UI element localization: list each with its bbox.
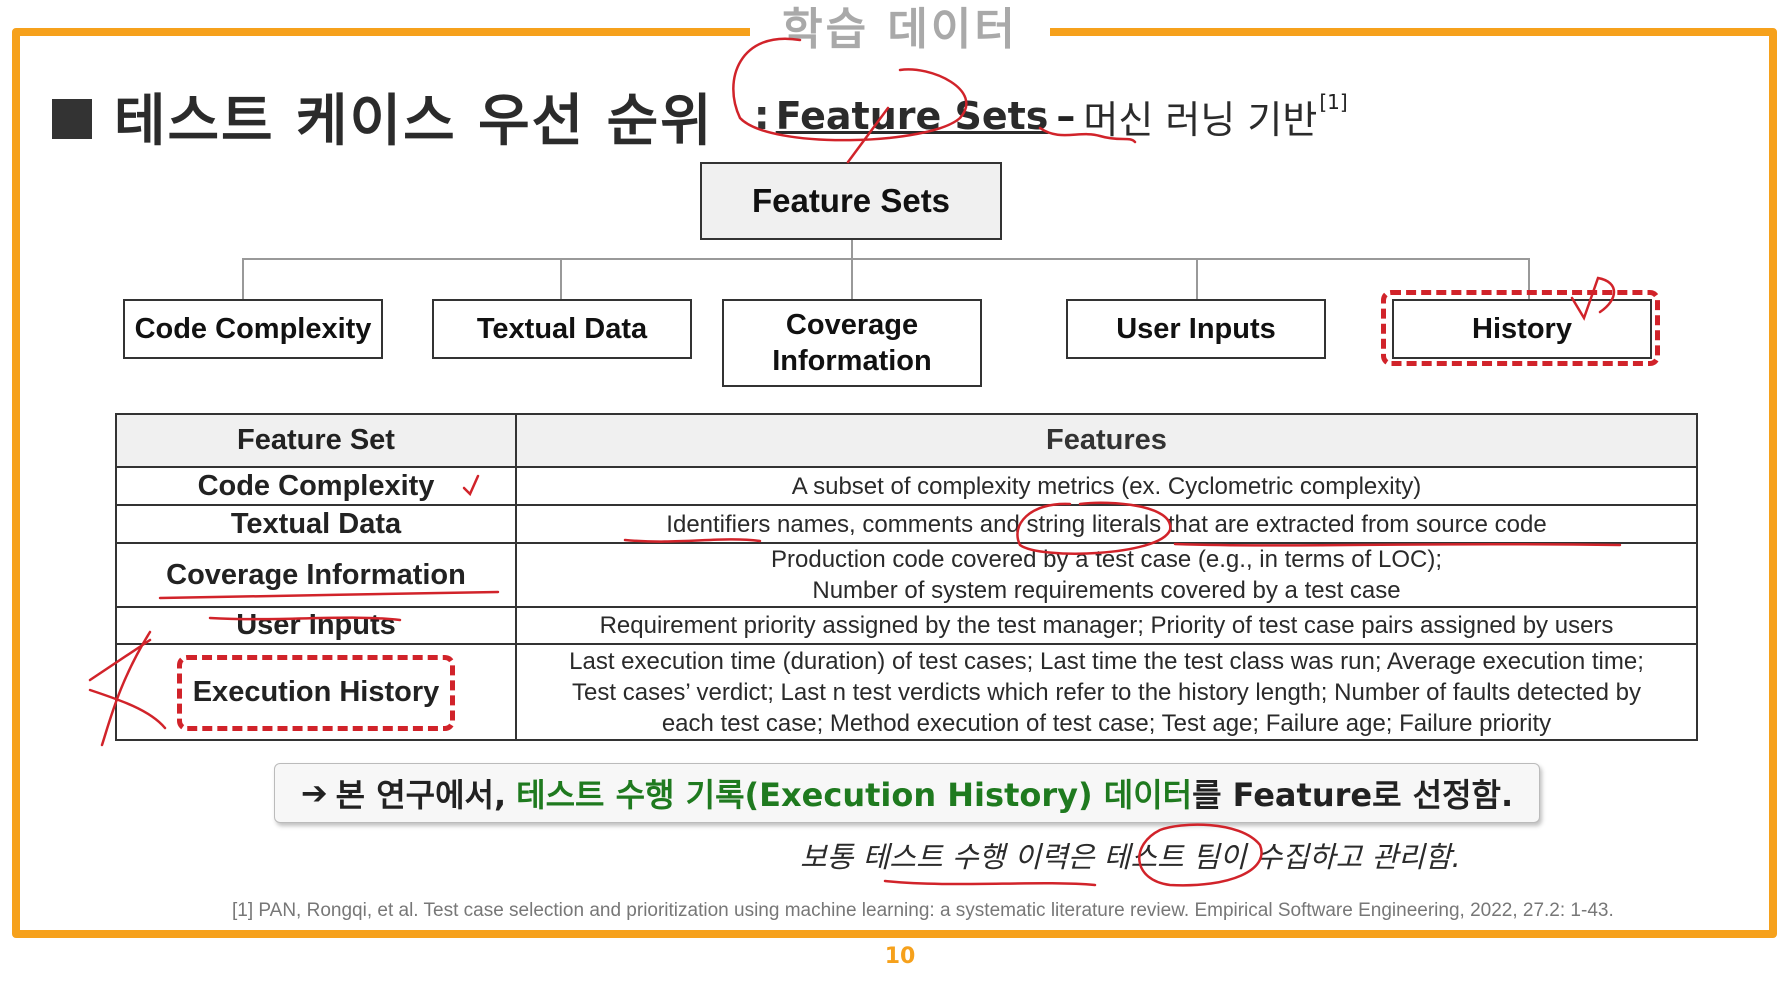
row-set-name: Textual Data [115,504,517,544]
feature-table: Feature Set Features Code Complexity A s… [115,413,1698,741]
feature-line: Identifiers names, comments and string l… [666,510,1547,538]
feature-line: Production code covered by a test case (… [771,546,1442,573]
coverage-line-1: Coverage [785,309,919,341]
feature-line: Test cases’ verdict; Last n test verdict… [572,678,1641,706]
arrow-right-icon: ➔ [300,774,328,812]
history-highlight-box [1381,290,1660,366]
diagram-textual-data: Textual Data [432,299,692,359]
feature-line: each test case; Method execution of test… [661,709,1552,737]
slide-heading: 테스트 케이스 우선 순위 : Feature Sets – 머신 러닝 기반 … [52,78,1348,154]
square-bullet-icon [52,99,92,139]
heading-colon: : [753,93,770,139]
diagram-code-complexity: Code Complexity [123,299,383,359]
conclusion-prefix: 본 연구에서, [335,776,507,814]
row-features: Last execution time (duration) of test c… [515,643,1698,741]
row-features: Production code covered by a test case (… [515,542,1698,608]
conclusion-suffix: 를 Feature로 선정함. [1192,776,1514,814]
feature-line: Number of system requirements covered by… [812,577,1401,604]
header-features: Features [515,413,1698,468]
tree-bar [242,258,1529,260]
row-set-name: Coverage Information [115,542,517,608]
row-set-name: User Inputs [115,606,517,645]
heading-method: 머신 러닝 기반 [1083,97,1318,142]
tree-branch-2 [560,258,562,299]
row-features: Requirement priority assigned by the tes… [515,606,1698,645]
diagram-root: Feature Sets [700,162,1002,240]
table-row: Execution History Last execution time (d… [115,643,1698,741]
table-header-row: Feature Set Features [115,413,1698,468]
coverage-line-2: Information [772,345,932,377]
table-row: Coverage Information Production code cov… [115,542,1698,608]
page-number: 10 [884,944,916,969]
tree-trunk [851,239,853,299]
row-features: A subset of complexity metrics (ex. Cycl… [515,466,1698,506]
execution-history-highlight-box [177,655,455,731]
row-set-name-highlighted: Execution History [115,643,517,741]
citation: [1] PAN, Rongqi, et al. Test case select… [232,900,1614,921]
table-row: User Inputs Requirement priority assigne… [115,606,1698,645]
feature-line: Last execution time (duration) of test c… [569,647,1644,675]
tree-branch-4 [1196,258,1198,299]
row-set-name: Code Complexity [115,466,517,506]
header-feature-set: Feature Set [115,413,517,468]
table-row: Textual Data Identifiers names, comments… [115,504,1698,544]
section-title: 학습 데이터 [750,2,1050,58]
handwritten-note: 보통 테스트 수행 이력은 테스트 팀이 수집하고 관리함. [800,840,1461,874]
heading-dash: – [1056,94,1076,138]
heading-main: 테스트 케이스 우선 순위 [114,88,714,154]
conclusion-callout: ➔ 본 연구에서, 테스트 수행 기록(Execution History) 데… [274,763,1540,823]
table-row: Code Complexity A subset of complexity m… [115,466,1698,506]
heading-feature-sets: Feature Sets [775,94,1049,138]
row-features: Identifiers names, comments and string l… [515,504,1698,544]
feature-line: Requirement priority assigned by the tes… [599,612,1614,639]
heading-reference: [1] [1319,90,1348,114]
diagram-coverage-information: Coverage Information [722,299,982,387]
tree-branch-1 [242,258,244,299]
conclusion-highlight: 테스트 수행 기록(Execution History) 데이터 [516,776,1193,814]
feature-line: A subset of complexity metrics (ex. Cycl… [791,472,1422,500]
diagram-user-inputs: User Inputs [1066,299,1326,359]
